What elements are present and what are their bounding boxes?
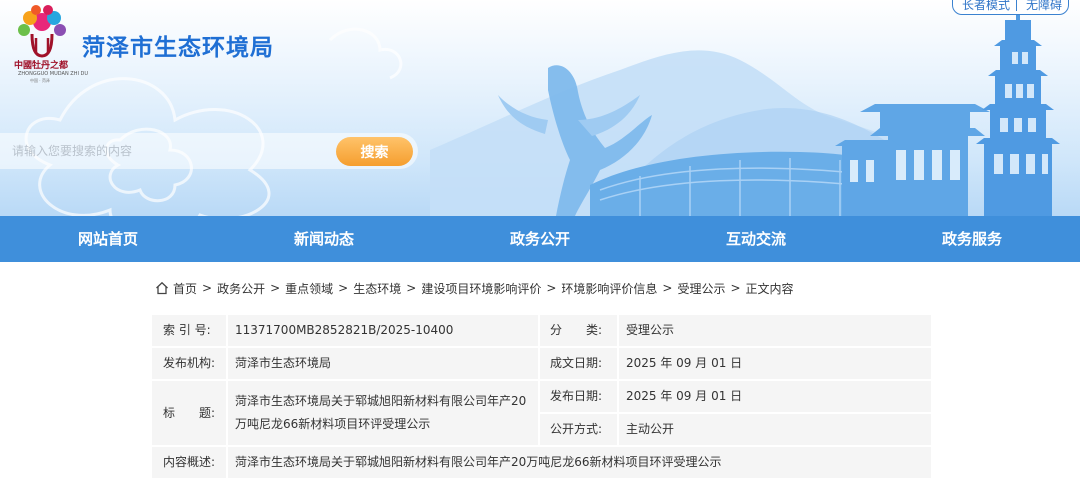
title-value: 菏泽市生态环境局关于郓城旭阳新材料有限公司年产20万吨尼龙66新材料项目环评受理… bbox=[228, 381, 540, 445]
breadcrumb-gov-affairs[interactable]: 政务公开 bbox=[217, 280, 265, 297]
table-row: 索 引 号: 11371700MB2852821B/2025-10400 分 类… bbox=[152, 315, 931, 346]
logo-subtitle: ZHONGGUO MUDAN ZHI DU bbox=[18, 71, 89, 77]
publisher-label: 发布机构: bbox=[152, 348, 228, 379]
nav-item-services[interactable]: 政务服务 bbox=[864, 216, 1080, 262]
site-title: 菏泽市生态环境局 bbox=[82, 35, 274, 61]
elder-mode-button[interactable]: 长者模式 bbox=[953, 0, 1016, 14]
category-label: 分 类: bbox=[540, 315, 619, 346]
breadcrumb-separator: > bbox=[546, 281, 557, 295]
written-date-value: 2025 年 09 月 01 日 bbox=[619, 348, 931, 379]
nav-item-news[interactable]: 新闻动态 bbox=[216, 216, 432, 262]
publisher-value: 菏泽市生态环境局 bbox=[228, 348, 540, 379]
home-icon bbox=[156, 281, 168, 295]
breadcrumb-current: 正文内容 bbox=[745, 281, 794, 296]
breadcrumb-separator: > bbox=[730, 281, 741, 295]
search-input[interactable] bbox=[12, 141, 312, 161]
nav-item-home[interactable]: 网站首页 bbox=[0, 216, 216, 262]
category-value: 受理公示 bbox=[619, 315, 931, 346]
disclosure-label: 公开方式: bbox=[540, 414, 619, 445]
title-label: 标 题: bbox=[152, 381, 228, 445]
summary-value: 菏泽市生态环境局关于郓城旭阳新材料有限公司年产20万吨尼龙66新材料项目环评受理… bbox=[228, 447, 931, 478]
header-banner: 中國牡丹之都 ZHONGGUO MUDAN ZHI DU 中国 · 菏泽 菏泽市… bbox=[0, 0, 1080, 216]
publish-date-label: 发布日期: bbox=[540, 381, 619, 412]
breadcrumb-separator: > bbox=[662, 281, 673, 295]
written-date-label: 成文日期: bbox=[540, 348, 619, 379]
breadcrumb-separator: > bbox=[338, 281, 349, 295]
accessibility-toolbar: 长者模式 无障碍 bbox=[952, 0, 1070, 15]
breadcrumb-home[interactable]: 首页 bbox=[173, 280, 197, 297]
logo-caption: 中國牡丹之都 bbox=[13, 61, 68, 71]
breadcrumb-acceptance[interactable]: 受理公示 bbox=[677, 280, 725, 297]
breadcrumb-separator: > bbox=[406, 281, 417, 295]
search-button[interactable]: 搜索 bbox=[336, 137, 413, 166]
breadcrumb-key-areas[interactable]: 重点领域 bbox=[285, 280, 333, 297]
summary-label: 内容概述: bbox=[152, 447, 228, 478]
breadcrumb-eia-info[interactable]: 环境影响评价信息 bbox=[561, 280, 657, 297]
table-row: 内容概述: 菏泽市生态环境局关于郓城旭阳新材料有限公司年产20万吨尼龙66新材料… bbox=[152, 447, 931, 478]
breadcrumb-ecology[interactable]: 生态环境 bbox=[353, 280, 401, 297]
nav-item-interaction[interactable]: 互动交流 bbox=[648, 216, 864, 262]
breadcrumb-separator: > bbox=[202, 281, 213, 295]
breadcrumb: 首页 > 政务公开 > 重点领域 > 生态环境 > 建设项目环境影响评价 > 环… bbox=[155, 279, 794, 297]
table-row: 发布机构: 菏泽市生态环境局 成文日期: 2025 年 09 月 01 日 bbox=[152, 348, 931, 379]
breadcrumb-eia[interactable]: 建设项目环境影响评价 bbox=[421, 280, 541, 297]
breadcrumb-separator: > bbox=[270, 281, 281, 295]
nav-item-gov-affairs[interactable]: 政务公开 bbox=[432, 216, 648, 262]
table-row: 标 题: 菏泽市生态环境局关于郓城旭阳新材料有限公司年产20万吨尼龙66新材料项… bbox=[152, 381, 931, 445]
index-number-label: 索 引 号: bbox=[152, 315, 228, 346]
document-info-table: 索 引 号: 11371700MB2852821B/2025-10400 分 类… bbox=[152, 313, 931, 480]
logo-subtitle-2: 中国 · 菏泽 bbox=[30, 78, 50, 83]
index-number-value: 11371700MB2852821B/2025-10400 bbox=[228, 315, 540, 346]
main-nav: 网站首页 新闻动态 政务公开 互动交流 政务服务 bbox=[0, 216, 1080, 262]
publish-date-value: 2025 年 09 月 01 日 bbox=[619, 381, 931, 412]
disclosure-value: 主动公开 bbox=[619, 414, 931, 445]
barrier-free-button[interactable]: 无障碍 bbox=[1017, 0, 1068, 14]
